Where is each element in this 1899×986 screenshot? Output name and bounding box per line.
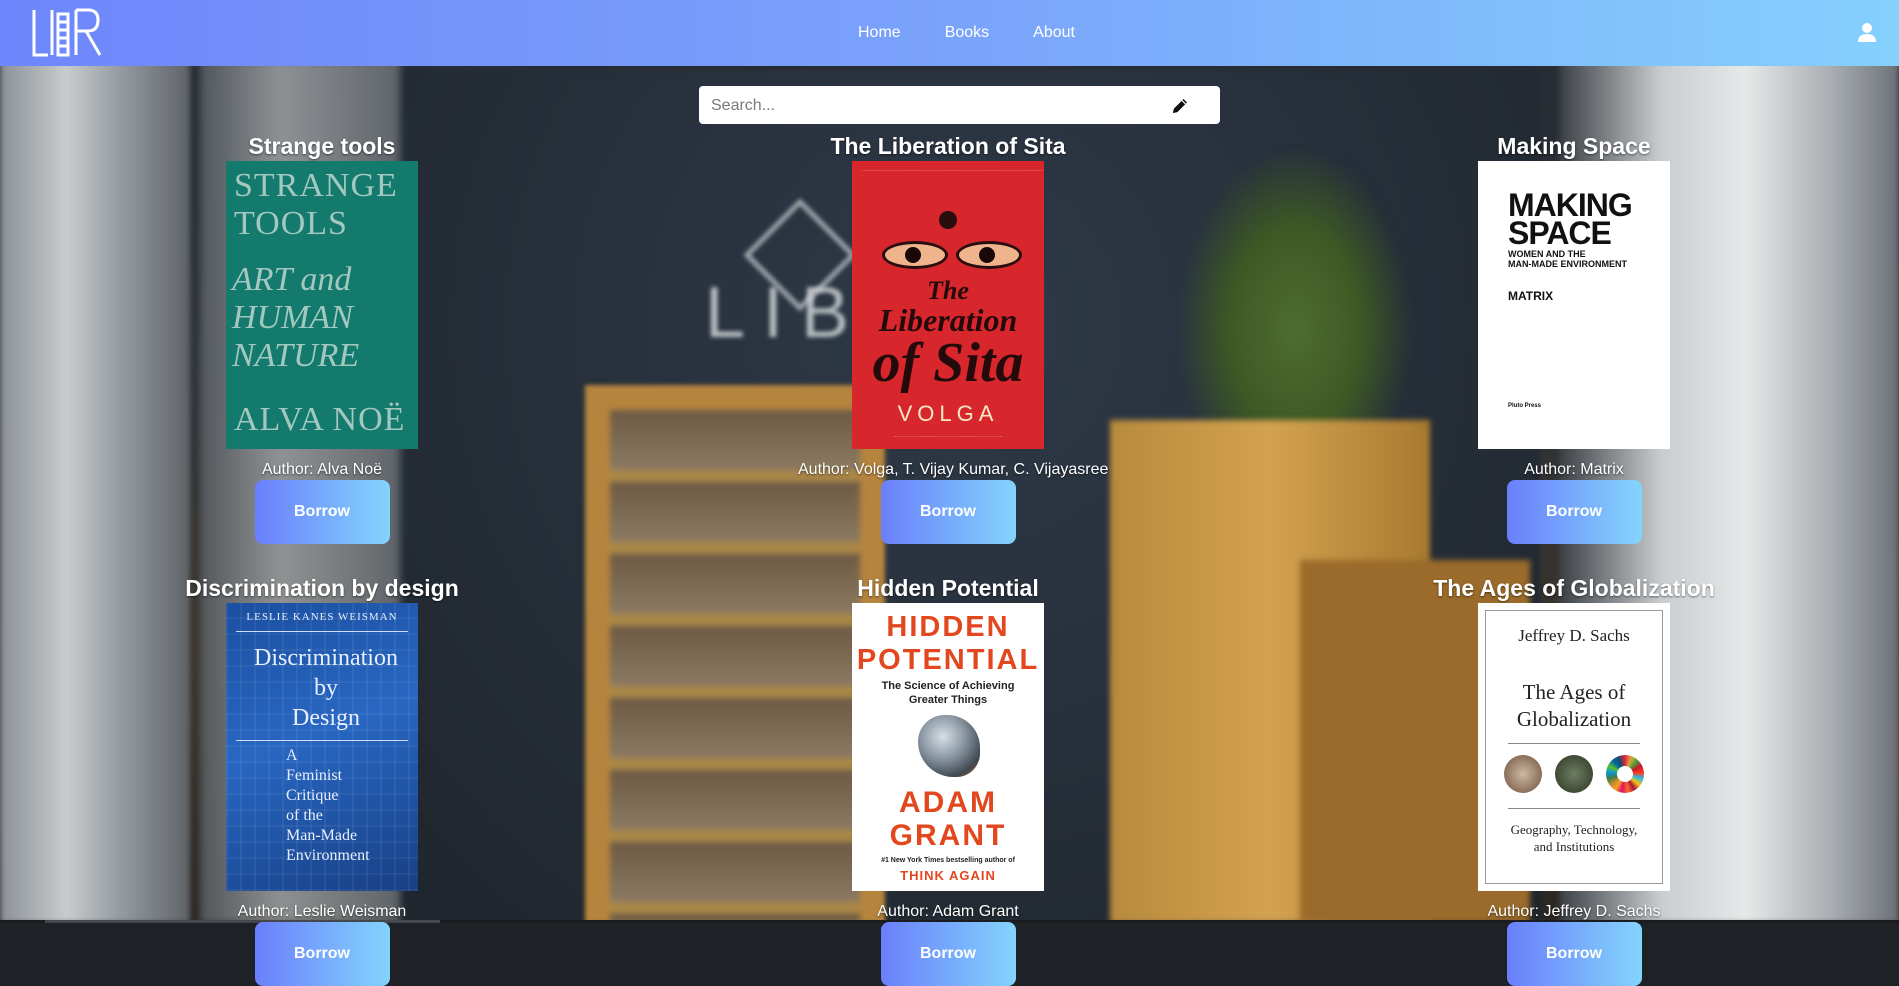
book-cover[interactable]: …………………………………………………………………………………………………………… (852, 161, 1044, 449)
book-card: Discrimination by design LESLIE KANES WE… (172, 573, 472, 986)
book-card: The Ages of Globalization Jeffrey D. Sac… (1424, 573, 1724, 986)
book-title: Making Space (1497, 133, 1651, 159)
book-author: Author: Alva Noë (261, 461, 383, 478)
book-title: The Liberation of Sita (830, 133, 1066, 159)
book-card: Hidden Potential HIDDEN POTENTIAL The Sci… (798, 573, 1098, 986)
nav-home-link[interactable]: Home (858, 24, 901, 42)
borrow-button[interactable]: Borrow (1506, 480, 1642, 544)
borrow-button[interactable]: Borrow (254, 922, 390, 986)
search-bar (699, 86, 1220, 124)
book-card: The Liberation of Sita ……………………………………………… (798, 131, 1109, 544)
book-author: Author: Adam Grant (877, 903, 1019, 920)
main-nav: Home Books About (858, 24, 1119, 42)
nav-books-link[interactable]: Books (945, 24, 989, 42)
book-title: Discrimination by design (185, 575, 459, 601)
borrow-button[interactable]: Borrow (880, 480, 1016, 544)
book-title: The Ages of Globalization (1433, 575, 1715, 601)
book-cover[interactable]: HIDDEN POTENTIAL The Science of Achieving… (852, 603, 1044, 891)
book-author: Author: Leslie Weisman (237, 903, 407, 920)
book-cover[interactable]: Jeffrey D. Sachs The Ages of Globalizatio… (1478, 603, 1670, 891)
book-card: Strange tools STRANGE TOOLS ART and HUMAN N… (172, 131, 472, 544)
libr-logo[interactable] (30, 8, 114, 58)
borrow-button[interactable]: Borrow (254, 480, 390, 544)
search-input[interactable] (709, 94, 1153, 118)
book-cover[interactable]: LESLIE KANES WEISMAN Discrimination by Des… (226, 603, 418, 891)
book-cover[interactable]: STRANGE TOOLS ART and HUMAN NATURE ALVA NOË (226, 161, 418, 449)
borrow-button[interactable]: Borrow (1506, 922, 1642, 986)
book-title: Strange tools (248, 133, 396, 159)
book-author: Author: Matrix (1524, 461, 1624, 478)
book-card: Making Space MAKING SPACE WOMEN AND THE MA… (1424, 131, 1724, 544)
book-author: Author: Volga, T. Vijay Kumar, C. Vijaya… (798, 461, 1109, 478)
top-navbar: Home Books About (0, 0, 1899, 66)
borrow-button[interactable]: Borrow (880, 922, 1016, 986)
pencil-icon[interactable] (1170, 96, 1190, 116)
book-author: Author: Jeffrey D. Sachs (1487, 903, 1661, 920)
book-title: Hidden Potential (857, 575, 1039, 601)
user-icon[interactable] (1857, 22, 1877, 44)
nav-about-link[interactable]: About (1033, 24, 1075, 42)
book-cover[interactable]: MAKING SPACE WOMEN AND THE MAN-MADE ENVIRO… (1478, 161, 1670, 449)
